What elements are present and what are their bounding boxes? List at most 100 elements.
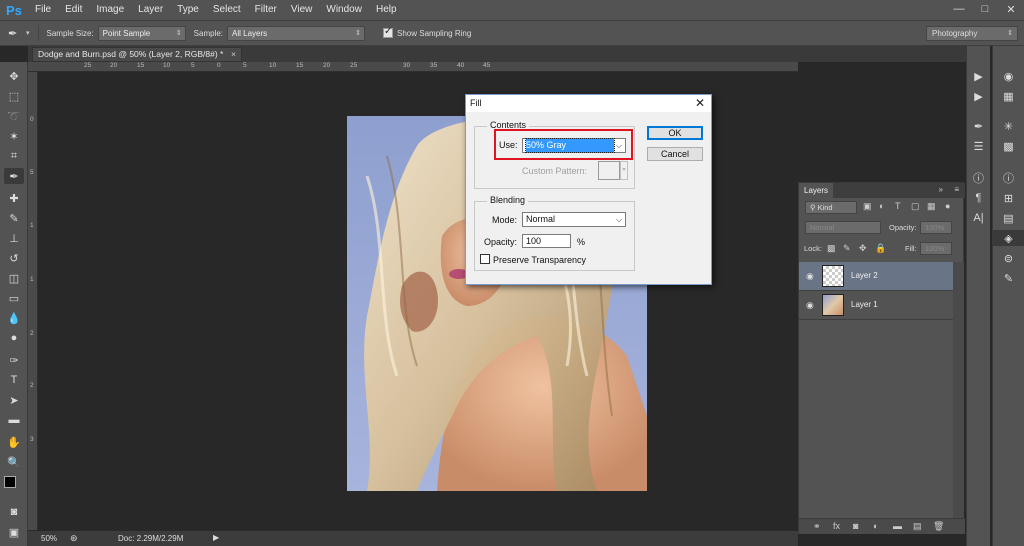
lock-image-icon[interactable]: ✎ [843, 243, 851, 254]
foreground-color-swatch[interactable] [4, 476, 16, 488]
crop-tool-icon[interactable]: ⌗ [4, 148, 24, 164]
minimize-button[interactable]: — [946, 0, 972, 18]
layer-row[interactable]: ◉ Layer 2 [799, 262, 953, 291]
menu-file[interactable]: File [28, 0, 58, 20]
workspace-select[interactable]: Photography ⇕ [926, 26, 1018, 41]
marquee-tool-icon[interactable]: ⬚ [4, 88, 24, 104]
type-tool-icon[interactable]: T [4, 372, 24, 388]
mode-select[interactable]: Normal ⌵ [522, 212, 626, 227]
smart-object-filter-icon[interactable]: ▦ [927, 201, 936, 212]
hand-tool-icon[interactable]: ✋ [4, 434, 24, 450]
quick-mask-icon[interactable]: ◙ [4, 504, 24, 520]
type-filter-icon[interactable]: T [895, 201, 901, 211]
menu-image[interactable]: Image [89, 0, 131, 20]
properties-panel-icon[interactable]: ⊜ [993, 250, 1024, 266]
history-panel-icon[interactable]: ▶ [967, 68, 990, 84]
sample-size-select[interactable]: Point Sample ⇕ [97, 25, 186, 41]
add-mask-icon[interactable]: ◙ [853, 521, 858, 531]
shape-filter-icon[interactable]: ▢ [911, 201, 920, 212]
adjustment-layer-icon[interactable]: ◐ [873, 521, 878, 531]
layer-row[interactable]: ◉ Layer 1 [799, 291, 953, 320]
zoom-level[interactable]: 50% [41, 534, 57, 543]
visibility-eye-icon[interactable]: ◉ [806, 271, 814, 282]
close-tab-button[interactable]: × [231, 48, 236, 61]
preserve-transparency-checkbox[interactable] [480, 254, 490, 264]
styles-panel-icon[interactable]: ▩ [993, 138, 1024, 154]
visibility-eye-icon[interactable]: ◉ [806, 300, 814, 311]
adjustments-panel-icon[interactable]: ✳ [993, 118, 1024, 134]
opacity-input[interactable]: 100 [522, 234, 571, 248]
lock-position-icon[interactable]: ✥ [859, 243, 867, 254]
brush-tool-icon[interactable]: ✎ [4, 210, 24, 226]
filter-toggle-icon[interactable]: ● [945, 201, 950, 211]
gradient-tool-icon[interactable]: ▭ [4, 290, 24, 306]
filter-kind-select[interactable]: ⚲ Kind [805, 201, 857, 214]
use-select[interactable]: 50% Gray ⌵ [522, 138, 626, 153]
layers-panel-icon[interactable]: ◈ [993, 230, 1024, 246]
menu-select[interactable]: Select [206, 0, 248, 20]
menu-layer[interactable]: Layer [131, 0, 170, 20]
shape-tool-icon[interactable]: ▬ [4, 412, 24, 428]
swatches-panel-icon[interactable]: ▦ [993, 88, 1024, 104]
dodge-tool-icon[interactable]: ● [4, 330, 24, 346]
show-sampling-ring-checkbox[interactable] [383, 26, 394, 38]
delete-layer-icon[interactable]: 🗑 [933, 521, 944, 532]
layer-name[interactable]: Layer 2 [851, 271, 878, 280]
maximize-button[interactable]: □ [972, 0, 998, 18]
info-panel-icon[interactable]: ⓘ [993, 170, 1024, 186]
document-tab[interactable]: Dodge and Burn.psd @ 50% (Layer 2, RGB/8… [32, 47, 242, 62]
menu-window[interactable]: Window [319, 0, 369, 20]
clone-source-icon[interactable]: A| [967, 210, 990, 226]
brush-panel-icon[interactable]: ✒ [967, 118, 990, 134]
layer-opacity-input[interactable]: 100% [920, 221, 952, 234]
paragraph-panel-icon[interactable]: ¶ [967, 190, 990, 206]
magic-wand-tool-icon[interactable]: ✶ [4, 128, 24, 144]
layer-fill-input[interactable]: 100% [920, 242, 952, 255]
clone-stamp-tool-icon[interactable]: ⊥ [4, 230, 24, 246]
character-panel-icon[interactable]: ⓘ [967, 170, 990, 186]
adjustment-filter-icon[interactable]: ◐ [879, 201, 884, 211]
lock-transparent-icon[interactable]: ▩ [827, 243, 836, 254]
status-menu-arrow-icon[interactable]: ▶ [213, 533, 219, 542]
brush-presets-icon[interactable]: ☰ [967, 138, 990, 154]
zoom-tool-icon[interactable]: 🔍 [4, 454, 24, 470]
pen-tool-icon[interactable]: ✑ [4, 352, 24, 368]
path-selection-tool-icon[interactable]: ➤ [4, 392, 24, 408]
paths-panel-icon[interactable]: ▤ [993, 210, 1024, 226]
move-tool-icon[interactable]: ✥ [4, 68, 24, 84]
blur-tool-icon[interactable]: 💧 [4, 310, 24, 326]
history-brush-tool-icon[interactable]: ↺ [4, 250, 24, 266]
healing-brush-tool-icon[interactable]: ✚ [4, 190, 24, 206]
panel-menu-icon[interactable]: ≡ [954, 185, 959, 194]
screen-mode-icon[interactable]: ▣ [4, 524, 24, 540]
eyedropper-tool-icon[interactable]: ✒ [4, 168, 24, 184]
link-layers-icon[interactable]: ⚭ [813, 521, 821, 532]
menu-help[interactable]: Help [369, 0, 404, 20]
new-group-icon[interactable]: ▬ [893, 521, 902, 531]
color-panel-icon[interactable]: ◉ [993, 68, 1024, 84]
lasso-tool-icon[interactable]: ➰ [4, 108, 24, 124]
cancel-button[interactable]: Cancel [647, 147, 703, 161]
collapse-icon[interactable]: » [939, 185, 943, 194]
actions-panel-icon[interactable]: ▶ [967, 88, 990, 104]
layer-style-icon[interactable]: fx [833, 521, 840, 531]
eraser-tool-icon[interactable]: ◫ [4, 270, 24, 286]
ok-button[interactable]: OK [647, 126, 703, 140]
menu-edit[interactable]: Edit [58, 0, 89, 20]
layer-name[interactable]: Layer 1 [851, 300, 878, 309]
lock-all-icon[interactable]: 🔒 [875, 243, 886, 254]
menu-filter[interactable]: Filter [248, 0, 284, 20]
layers-scrollbar[interactable] [953, 262, 964, 518]
dialog-close-button[interactable]: ✕ [695, 95, 705, 112]
tool-preset-arrow-icon[interactable]: ▾ [26, 29, 30, 37]
new-layer-icon[interactable]: ▤ [913, 521, 922, 532]
status-info-icon[interactable]: ⊛ [70, 533, 78, 544]
channels-panel-icon[interactable]: ⊞ [993, 190, 1024, 206]
pixel-filter-icon[interactable]: ▣ [863, 201, 872, 212]
sample-select[interactable]: All Layers ⇕ [227, 25, 366, 41]
blend-mode-select[interactable]: Normal [805, 221, 881, 234]
eyedropper-icon[interactable]: ✒ [8, 27, 24, 40]
close-window-button[interactable]: ✕ [998, 0, 1024, 18]
layers-tab[interactable]: Layers [799, 183, 834, 198]
menu-type[interactable]: Type [170, 0, 206, 20]
